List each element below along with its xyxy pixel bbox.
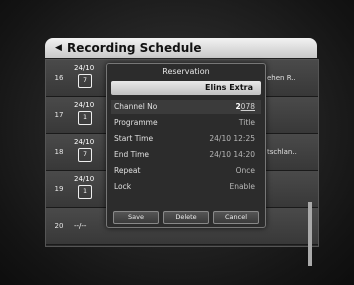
channel-no-field[interactable]: Channel No 2078: [111, 100, 261, 114]
field-label: Start Time: [114, 134, 154, 143]
dialog-title: Reservation: [162, 67, 210, 76]
calendar-icon: 7: [78, 74, 92, 88]
save-button[interactable]: Save: [113, 211, 159, 224]
field-label: Programme: [114, 118, 158, 127]
row-date: 24/10: [74, 64, 95, 72]
remaining-digits: 078: [240, 102, 255, 111]
lock-value: Enable: [229, 182, 255, 191]
channel-no-value[interactable]: 2078: [235, 100, 255, 114]
schedule-title: Recording Schedule: [67, 41, 202, 55]
repeat-field[interactable]: Repeat Once: [111, 164, 261, 178]
field-label: Channel No: [114, 102, 158, 111]
cancel-button[interactable]: Cancel: [213, 211, 259, 224]
calendar-icon: 1: [78, 111, 92, 125]
back-arrow-icon[interactable]: ◀: [55, 38, 62, 58]
programme-value: Title: [238, 118, 255, 127]
programme-field[interactable]: Programme Title: [111, 116, 261, 130]
row-number: 16: [54, 74, 64, 82]
row-number: 19: [54, 185, 64, 193]
row-title: tschlan..: [267, 148, 297, 156]
row-date: 24/10: [74, 101, 95, 109]
field-label: Repeat: [114, 166, 141, 175]
scrollbar[interactable]: [308, 202, 312, 266]
row-date: 24/10: [74, 175, 95, 183]
row-date: 24/10: [74, 138, 95, 146]
channel-name: Elins Extra: [205, 83, 253, 92]
field-label: End Time: [114, 150, 149, 159]
field-label: Lock: [114, 182, 132, 191]
channel-name-bar: Elins Extra: [111, 81, 261, 95]
row-title: ehen R..: [267, 74, 296, 82]
dialog-buttons: Save Delete Cancel: [113, 211, 259, 224]
start-time-field[interactable]: Start Time 24/10 12:25: [111, 132, 261, 146]
end-time-field[interactable]: End Time 24/10 14:20: [111, 148, 261, 162]
row-number: 17: [54, 111, 64, 119]
row-date: --/--: [74, 222, 87, 230]
calendar-icon: 7: [78, 148, 92, 162]
schedule-title-bar: ◀ Recording Schedule: [45, 38, 317, 58]
row-number: 20: [54, 222, 64, 230]
repeat-value: Once: [235, 166, 255, 175]
start-time-value: 24/10 12:25: [209, 134, 255, 143]
reservation-dialog: Reservation Elins Extra Channel No 2078 …: [106, 63, 266, 228]
calendar-icon: 1: [78, 185, 92, 199]
lock-field[interactable]: Lock Enable: [111, 180, 261, 194]
delete-button[interactable]: Delete: [163, 211, 209, 224]
end-time-value: 24/10 14:20: [209, 150, 255, 159]
row-number: 18: [54, 148, 64, 156]
